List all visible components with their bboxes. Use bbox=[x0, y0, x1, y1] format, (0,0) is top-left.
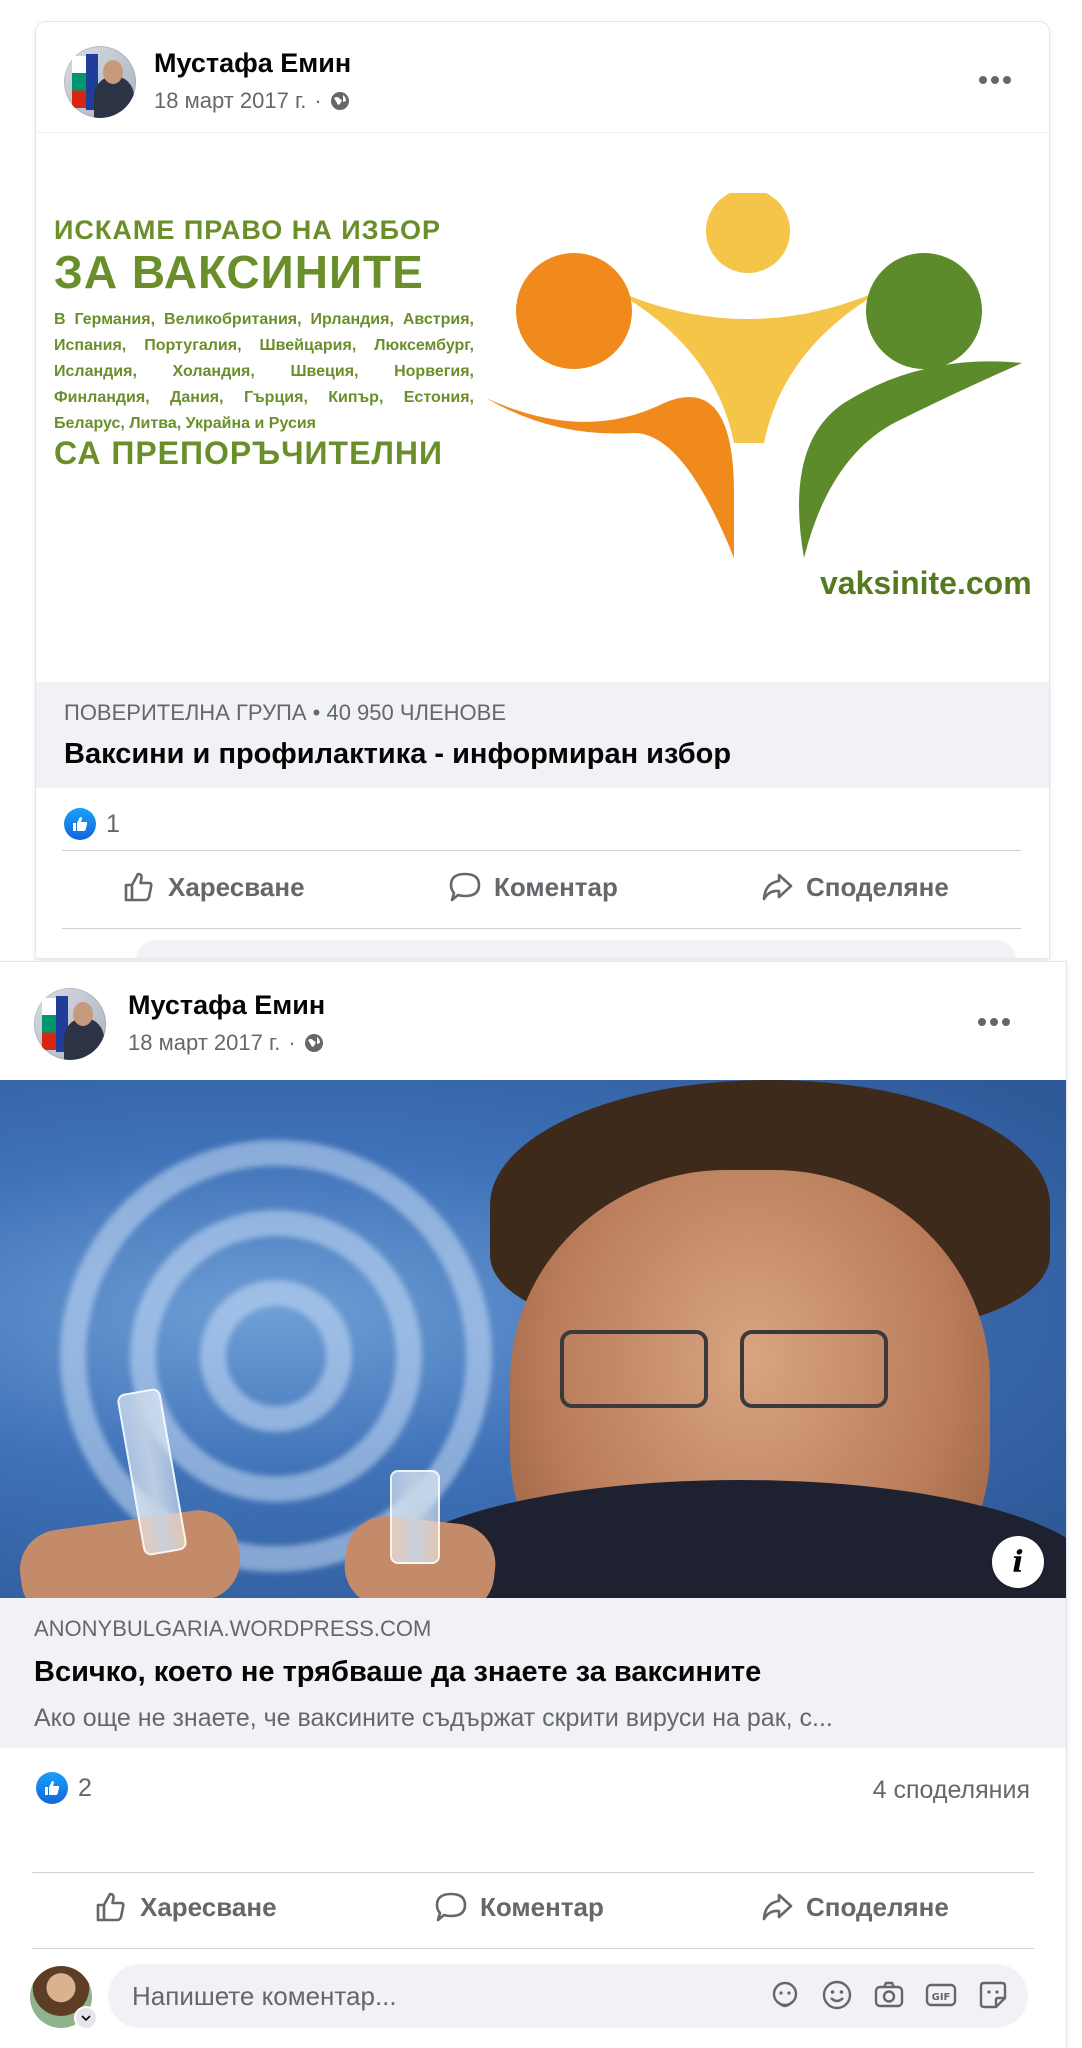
banner-line-3: СА ПРЕПОРЪЧИТЕЛНИ bbox=[54, 435, 443, 471]
post-meta: 18 март 2017 г. · bbox=[154, 88, 350, 114]
comment-icon bbox=[449, 872, 481, 902]
post-date[interactable]: 18 март 2017 г. bbox=[128, 1030, 280, 1056]
banner-countries: В Германия, Великобритания, Ирландия, Ав… bbox=[54, 311, 474, 432]
author-avatar[interactable] bbox=[64, 46, 136, 118]
share-label: Споделяне bbox=[806, 1891, 949, 1922]
link-preview-text[interactable]: ANONYBULGARIA.WORDPRESS.COM Всичко, коет… bbox=[0, 1598, 1066, 1748]
post-image[interactable]: ИСКАМЕ ПРАВО НА ИЗБОР ЗА ВАКСИНИТЕ В Гер… bbox=[36, 132, 1049, 683]
emoji-icon[interactable] bbox=[820, 1978, 854, 2012]
link-site: ANONYBULGARIA.WORDPRESS.COM bbox=[34, 1616, 432, 1641]
share-button[interactable]: Споделяне bbox=[760, 1890, 949, 1924]
group-title[interactable]: Ваксини и профилактика - информиран избо… bbox=[64, 738, 731, 771]
thumbs-up-icon bbox=[96, 1892, 125, 1922]
reaction-summary[interactable]: 2 bbox=[36, 1772, 92, 1804]
globe-icon bbox=[330, 92, 349, 110]
like-label: Харесване bbox=[140, 1891, 277, 1922]
chevron-down-icon[interactable] bbox=[74, 2006, 98, 2030]
gif-icon[interactable]: GIF bbox=[924, 1978, 958, 2012]
share-count[interactable]: 4 споделяния bbox=[873, 1776, 1030, 1805]
author-avatar[interactable] bbox=[34, 988, 106, 1060]
share-icon bbox=[762, 873, 793, 901]
vaksinite-logo-icon bbox=[486, 193, 1022, 558]
share-icon bbox=[762, 1893, 793, 1921]
more-options-icon[interactable] bbox=[970, 998, 1018, 1046]
comment-button[interactable]: Коментар bbox=[434, 1890, 604, 1924]
comment-icon bbox=[435, 1892, 467, 1922]
sticker-icon[interactable] bbox=[976, 1978, 1010, 2012]
banner-line-1: ИСКАМЕ ПРАВО НА ИЗБОР bbox=[54, 215, 441, 245]
comment-label: Коментар bbox=[494, 871, 618, 902]
reaction-summary[interactable]: 1 bbox=[64, 808, 120, 840]
author-name[interactable]: Мустафа Емин bbox=[128, 990, 325, 1021]
like-button[interactable]: Харесване bbox=[122, 870, 305, 904]
group-meta: ПОВЕРИТЕЛНА ГРУПА • 40 950 ЧЛЕНОВЕ bbox=[64, 700, 506, 725]
link-description: Ако още не знаете, че ваксините съдържат… bbox=[34, 1704, 833, 1732]
thumbs-up-icon bbox=[124, 872, 153, 902]
author-name[interactable]: Мустафа Емин bbox=[154, 48, 351, 79]
reaction-count: 1 bbox=[106, 809, 120, 838]
share-label: Споделяне bbox=[806, 871, 949, 902]
svg-text:GIF: GIF bbox=[932, 1992, 951, 2003]
link-title[interactable]: Всичко, което не трябваше да знаете за в… bbox=[34, 1656, 761, 1689]
meta-separator: · bbox=[288, 1030, 296, 1055]
globe-icon bbox=[304, 1034, 323, 1052]
info-icon[interactable]: i bbox=[992, 1536, 1044, 1588]
banner-site: vaksinite.com bbox=[820, 565, 1032, 601]
like-reaction-icon bbox=[64, 808, 96, 840]
meta-separator: · bbox=[314, 88, 322, 113]
link-preview-image[interactable]: i bbox=[0, 1080, 1066, 1598]
post-meta: 18 март 2017 г. · bbox=[128, 1030, 324, 1056]
divider bbox=[32, 1948, 1034, 1949]
like-button[interactable]: Харесване bbox=[94, 1890, 277, 1924]
post-header: Мустафа Емин 18 март 2017 г. · bbox=[36, 22, 1049, 132]
more-options-icon[interactable] bbox=[971, 56, 1019, 104]
post-card-2: Мустафа Емин 18 март 2017 г. · i ANONYBU… bbox=[0, 962, 1066, 2048]
comment-composer: Напишете коментар... GIF bbox=[30, 1962, 1040, 2032]
divider bbox=[62, 928, 1021, 929]
group-attachment[interactable]: ПОВЕРИТЕЛНА ГРУПА • 40 950 ЧЛЕНОВЕ Вакси… bbox=[36, 682, 1049, 788]
comment-input[interactable]: Напишете коментар... GIF bbox=[108, 1964, 1028, 2028]
comment-tools: GIF bbox=[768, 1978, 1010, 2012]
post-header: Мустафа Емин 18 март 2017 г. · bbox=[0, 962, 1066, 1072]
comment-placeholder: Напишете коментар... bbox=[132, 1981, 397, 2011]
post-card-1: Мустафа Емин 18 март 2017 г. · ИСКАМЕ ПР… bbox=[36, 22, 1049, 958]
divider bbox=[32, 1872, 1034, 1873]
like-reaction-icon bbox=[36, 1772, 68, 1804]
camera-icon[interactable] bbox=[872, 1978, 906, 2012]
divider bbox=[62, 850, 1021, 851]
share-button[interactable]: Споделяне bbox=[760, 870, 949, 904]
sticker-avatar-icon[interactable] bbox=[768, 1978, 802, 2012]
comment-button[interactable]: Коментар bbox=[448, 870, 618, 904]
like-label: Харесване bbox=[168, 871, 305, 902]
comment-label: Коментар bbox=[480, 1891, 604, 1922]
reaction-count: 2 bbox=[78, 1773, 92, 1802]
post-date[interactable]: 18 март 2017 г. bbox=[154, 88, 306, 114]
comment-input-partial[interactable] bbox=[136, 940, 1016, 958]
banner-line-2: ЗА ВАКСИНИТЕ bbox=[54, 246, 424, 298]
